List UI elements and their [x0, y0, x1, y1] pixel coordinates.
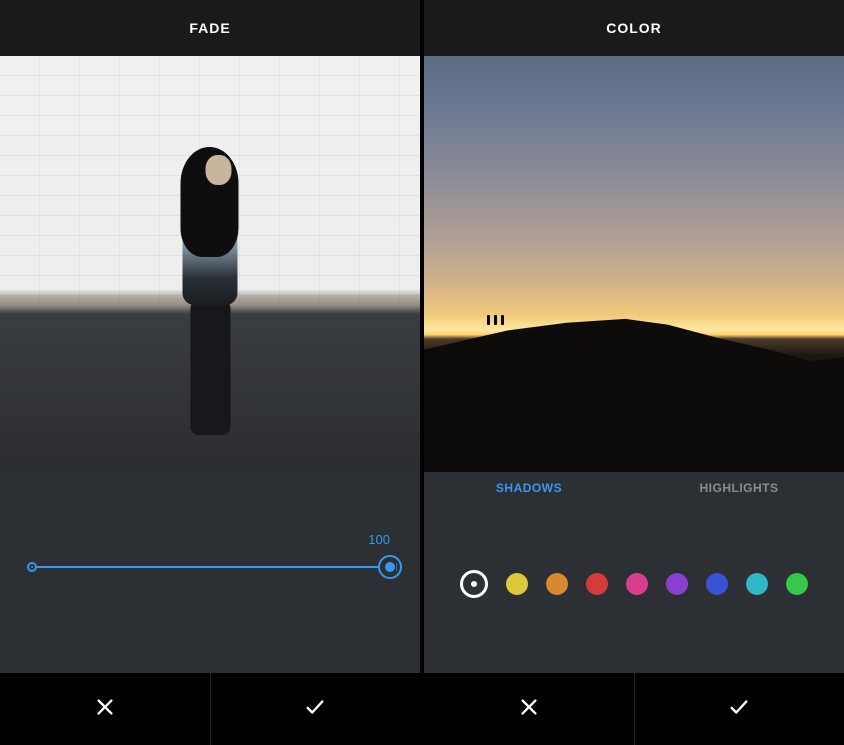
photo-preview — [424, 56, 844, 472]
tab-highlights[interactable]: HIGHLIGHTS — [634, 472, 844, 504]
swatch-none[interactable] — [460, 570, 488, 598]
fade-slider[interactable]: 100 — [30, 566, 390, 568]
swatch-color-5[interactable] — [666, 573, 688, 595]
color-swatches — [424, 570, 844, 598]
color-panel: COLOR SHADOWS HIGHLIGHTS — [424, 0, 844, 745]
tone-tabs: SHADOWS HIGHLIGHTS — [424, 472, 844, 504]
photo-preview — [0, 56, 420, 472]
swatch-color-1[interactable] — [506, 573, 528, 595]
swatch-color-6[interactable] — [706, 573, 728, 595]
cancel-button[interactable] — [0, 673, 210, 745]
tab-shadows[interactable]: SHADOWS — [424, 472, 634, 504]
action-bar — [424, 673, 844, 745]
panel-title: FADE — [0, 0, 420, 56]
action-bar — [0, 673, 420, 745]
color-controls: SHADOWS HIGHLIGHTS — [424, 472, 844, 673]
slider-max-marker — [396, 563, 400, 571]
x-icon — [518, 696, 540, 723]
panel-title: COLOR — [424, 0, 844, 56]
swatch-color-7[interactable] — [746, 573, 768, 595]
slider-value-label: 100 — [368, 532, 390, 547]
check-icon — [728, 696, 750, 723]
x-icon — [94, 696, 116, 723]
fade-panel: FADE 100 — [0, 0, 420, 745]
slider-track[interactable] — [30, 566, 390, 568]
swatch-color-2[interactable] — [546, 573, 568, 595]
cancel-button[interactable] — [424, 673, 634, 745]
swatch-color-8[interactable] — [786, 573, 808, 595]
subject-silhouette — [163, 115, 258, 435]
swatch-color-3[interactable] — [586, 573, 608, 595]
confirm-button[interactable] — [210, 673, 421, 745]
landscape-silhouette — [424, 281, 844, 472]
confirm-button[interactable] — [634, 673, 844, 745]
swatch-color-4[interactable] — [626, 573, 648, 595]
slider-min-marker — [27, 562, 37, 572]
fade-controls: 100 — [0, 472, 420, 673]
tiny-figures — [487, 315, 504, 325]
check-icon — [304, 696, 326, 723]
